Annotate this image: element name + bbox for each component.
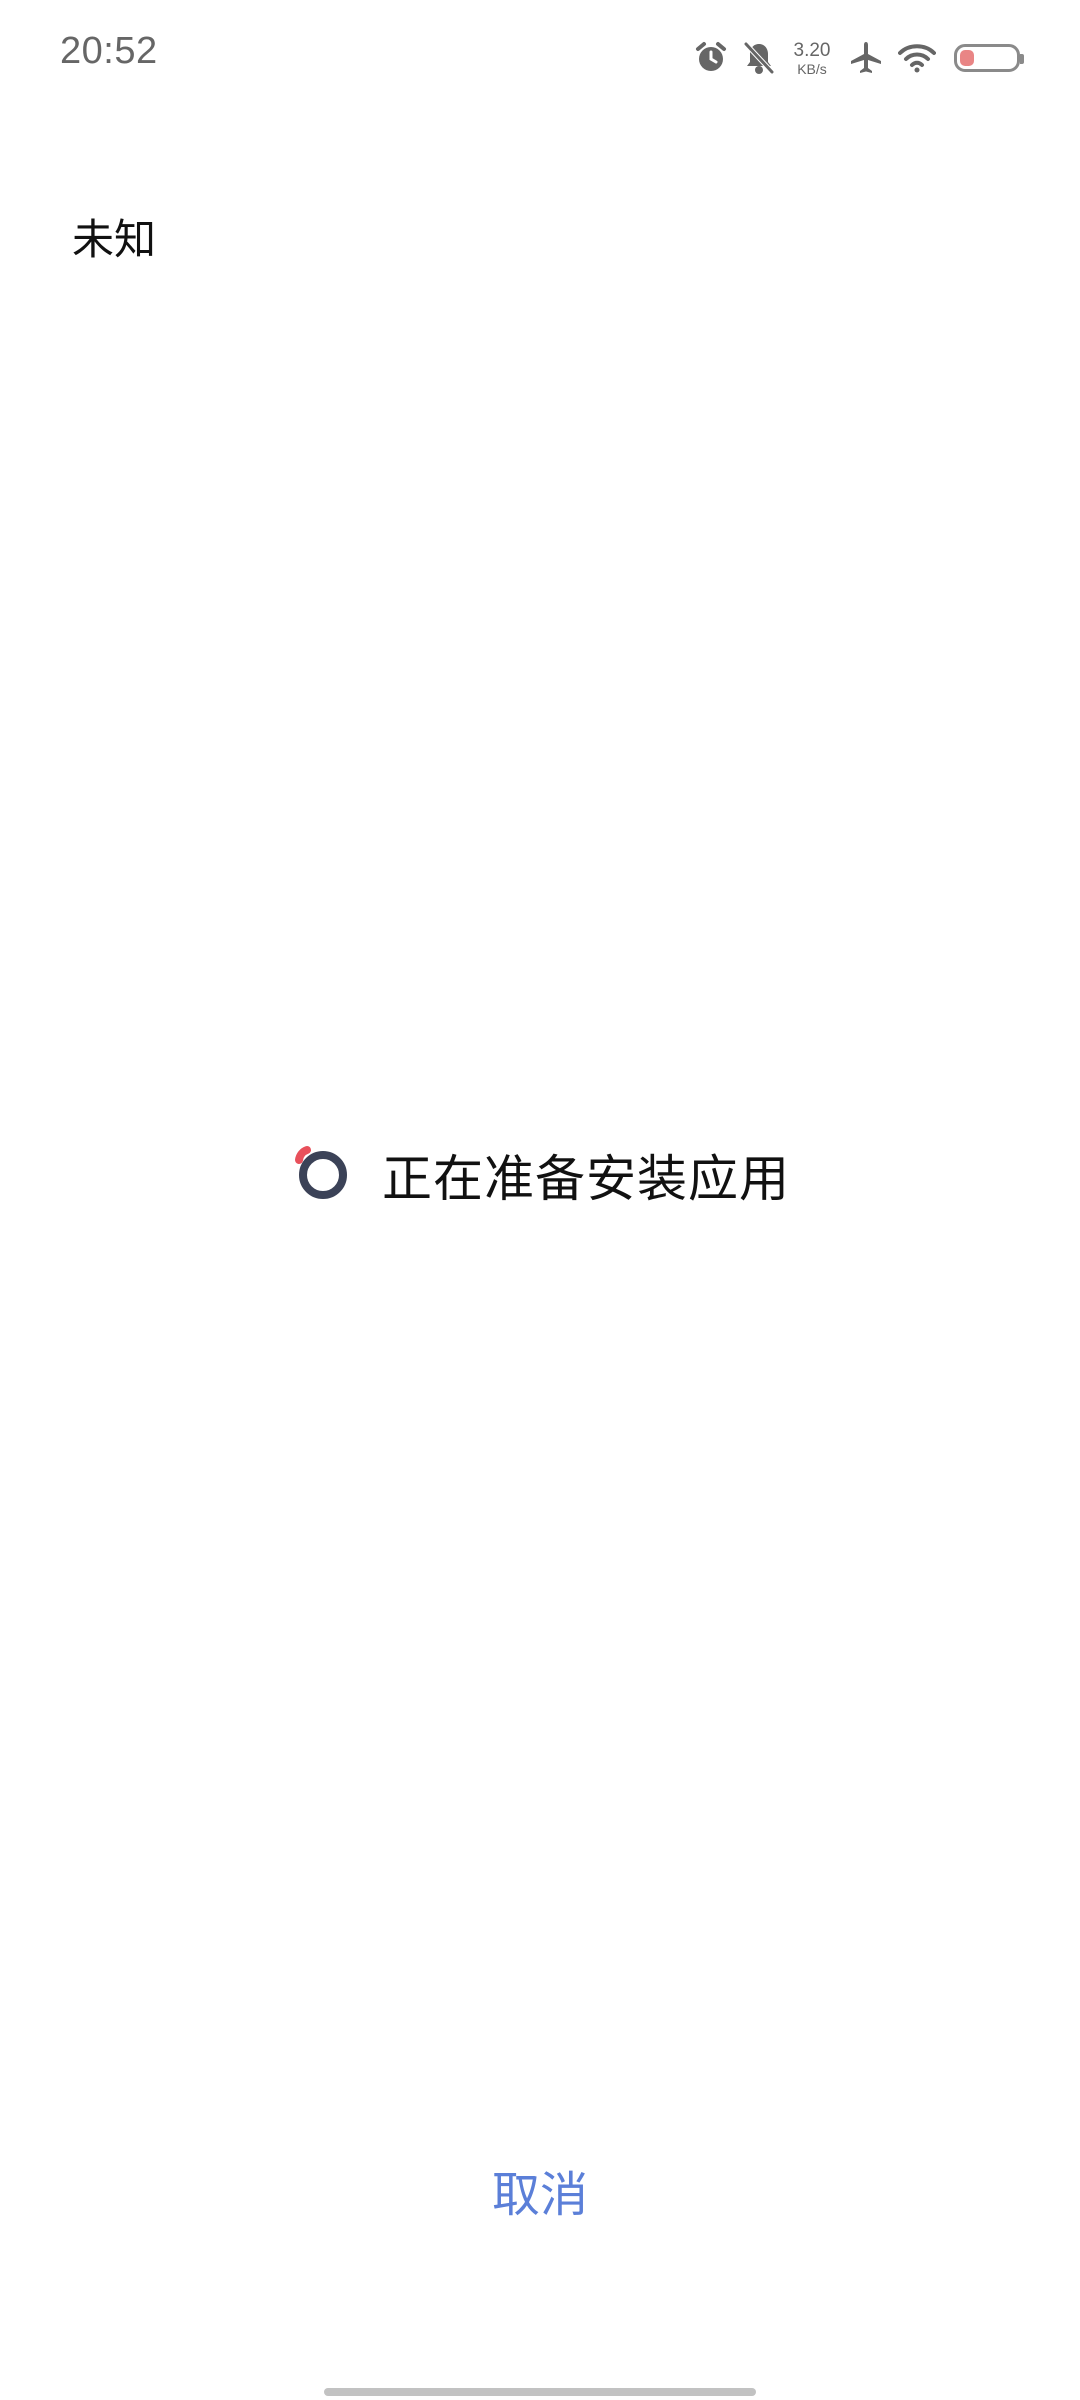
loading-spinner-icon [290, 1142, 382, 1209]
install-screen: 20:52 3.20 KB/s 未知 正在准备安装应用 取消 [0, 0, 1080, 2400]
cancel-button[interactable]: 取消 [0, 2155, 1080, 2235]
home-indicator[interactable] [324, 2388, 756, 2396]
network-speed-unit: KB/s [797, 60, 827, 77]
progress-message: 正在准备安装应用 [382, 1151, 790, 1207]
airplane-icon [848, 40, 884, 76]
install-progress: 正在准备安装应用 [0, 1140, 1080, 1210]
network-speed: 3.20 KB/s [790, 41, 834, 76]
battery-icon [954, 44, 1024, 72]
status-time: 20:52 [60, 30, 158, 72]
alarm-icon [694, 41, 728, 75]
wifi-icon [898, 43, 936, 73]
status-icons: 3.20 KB/s [680, 34, 1024, 82]
network-speed-value: 3.20 [793, 39, 831, 61]
battery-fill [960, 50, 974, 66]
status-bar: 20:52 3.20 KB/s [0, 0, 1080, 116]
app-name: 未知 [72, 216, 157, 263]
bell-off-icon [742, 40, 776, 76]
battery-cap [1020, 54, 1024, 64]
